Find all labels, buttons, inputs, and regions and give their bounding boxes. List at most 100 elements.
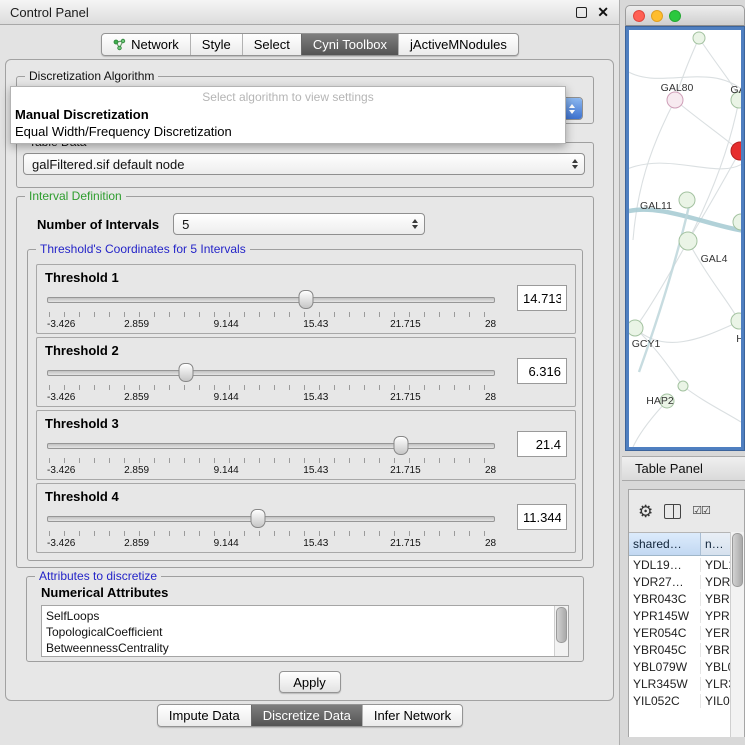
combo-value: galFiltered.sif default node xyxy=(24,157,184,172)
tab-jactivemnodules[interactable]: jActiveMNodules xyxy=(398,34,518,55)
node-label[interactable]: H xyxy=(736,333,741,345)
num-intervals-combo[interactable]: 5 xyxy=(173,213,425,235)
cell-shared-name: YBR045C xyxy=(629,643,701,657)
scale-label: -3.426 xyxy=(47,392,75,403)
slider-ticks xyxy=(49,312,493,317)
node-label[interactable]: GAL80 xyxy=(661,82,694,94)
dropdown-option-equal-width-frequency[interactable]: Equal Width/Frequency Discretization xyxy=(11,123,565,140)
network-node[interactable] xyxy=(679,192,695,208)
tab-label: Impute Data xyxy=(169,708,240,723)
network-window-titlebar[interactable] xyxy=(625,5,745,26)
list-item[interactable]: TopologicalCoefficient xyxy=(46,624,552,640)
zoom-traffic-light-icon[interactable] xyxy=(669,10,681,22)
threshold-3-slider[interactable]: -3.4262.8599.14415.4321.71528 xyxy=(47,435,495,477)
table-row[interactable]: YDL19… YDL1 xyxy=(629,556,744,573)
scale-label: 2.859 xyxy=(124,392,149,403)
table-scrollbar[interactable] xyxy=(730,532,744,737)
numerical-attributes-list[interactable]: SelfLoopsTopologicalCoefficientBetweenne… xyxy=(41,605,569,657)
column-header-shared-name[interactable]: shared… xyxy=(629,533,701,555)
network-node[interactable] xyxy=(678,381,688,391)
slider-scale: -3.4262.8599.14415.4321.71528 xyxy=(47,465,495,477)
dropdown-option-manual-discretization[interactable]: Manual Discretization xyxy=(11,106,565,123)
threshold-1-slider[interactable]: -3.4262.8599.14415.4321.71528 xyxy=(47,289,495,331)
network-node[interactable] xyxy=(667,92,683,108)
tab-label: jActiveMNodules xyxy=(410,37,507,52)
node-label[interactable]: GAL4 xyxy=(701,253,728,265)
scrollbar-thumb[interactable] xyxy=(732,533,743,587)
tab-infer-network[interactable]: Infer Network xyxy=(362,705,462,726)
control-panel-titlebar[interactable]: Control Panel ✕ xyxy=(0,0,619,25)
scale-label: 2.859 xyxy=(124,538,149,549)
threshold-1-value[interactable] xyxy=(517,285,567,311)
tab-discretize-data[interactable]: Discretize Data xyxy=(251,705,362,726)
threshold-label: Threshold 2 xyxy=(45,343,119,358)
columns-icon[interactable] xyxy=(664,504,681,519)
minimize-traffic-light-icon[interactable] xyxy=(651,10,663,22)
threshold-4-slider[interactable]: -3.4262.8599.14415.4321.71528 xyxy=(47,508,495,550)
network-node[interactable] xyxy=(693,32,705,44)
slider-ticks xyxy=(49,531,493,536)
tab-label: Network xyxy=(131,37,179,52)
list-item[interactable]: BetweennessCentrality xyxy=(46,640,552,656)
node-label[interactable]: GCY1 xyxy=(632,338,661,350)
close-traffic-light-icon[interactable] xyxy=(633,10,645,22)
slider-thumb[interactable] xyxy=(178,363,193,382)
network-node[interactable] xyxy=(629,320,643,336)
slider-thumb[interactable] xyxy=(250,509,265,528)
slider-track[interactable] xyxy=(47,370,495,376)
node-label[interactable]: GAL11 xyxy=(640,200,672,212)
tab-network[interactable]: Network xyxy=(102,34,190,55)
cell-shared-name: YDL19… xyxy=(629,558,701,572)
table-row[interactable]: YPR145W YPR1 xyxy=(629,607,744,624)
threshold-2-slider[interactable]: -3.4262.8599.14415.4321.71528 xyxy=(47,362,495,404)
tab-impute-data[interactable]: Impute Data xyxy=(158,705,251,726)
tab-label: Infer Network xyxy=(374,708,451,723)
tab-style[interactable]: Style xyxy=(190,34,242,55)
threshold-3-value[interactable] xyxy=(517,431,567,457)
slider-track[interactable] xyxy=(47,297,495,303)
network-node[interactable] xyxy=(731,313,741,329)
table-data-combo[interactable]: galFiltered.sif default node xyxy=(23,153,585,175)
table-row[interactable]: YDR27… YDR2 xyxy=(629,573,744,590)
scale-label: 15.43 xyxy=(303,538,328,549)
node-label[interactable]: GA xyxy=(730,84,741,96)
table-row[interactable]: YLR345W YLR3 xyxy=(629,675,744,692)
columns-glyph xyxy=(664,504,681,519)
table-row[interactable]: YBR045C YBR0 xyxy=(629,641,744,658)
node-table: shared… n… YDL19… YDL1 YDR27… YDR2 xyxy=(629,532,744,737)
select-columns-icon[interactable]: ☑☑ xyxy=(692,506,710,517)
list-scrollbar[interactable] xyxy=(554,606,568,656)
table-row[interactable]: YER054C YER0 xyxy=(629,624,744,641)
network-node[interactable] xyxy=(679,232,697,250)
tab-select[interactable]: Select xyxy=(242,34,301,55)
threshold-4-value[interactable] xyxy=(517,504,567,530)
scrollbar-thumb[interactable] xyxy=(556,607,567,643)
slider-thumb[interactable] xyxy=(393,436,408,455)
attributes-group: Attributes to discretize Numerical Attri… xyxy=(26,576,584,662)
algorithm-dropdown-list: Select algorithm to view settings Manual… xyxy=(10,86,566,144)
table-panel-bar[interactable]: Table Panel xyxy=(622,456,745,481)
minimize-icon[interactable] xyxy=(576,7,587,18)
table-body[interactable]: YDL19… YDL1 YDR27… YDR2 YBR043C YBR0 xyxy=(629,556,744,737)
node-label[interactable]: HAP2 xyxy=(646,395,673,407)
list-item[interactable]: SelfLoops xyxy=(46,608,552,624)
cell-shared-name: YLR345W xyxy=(629,677,701,691)
gear-icon[interactable]: ⚙ xyxy=(638,503,653,520)
network-canvas[interactable]: GAL80 GA GAL11 GAL4 GCY1 H HAP2 xyxy=(629,30,741,447)
threshold-label: Threshold 1 xyxy=(45,270,119,285)
slider-track[interactable] xyxy=(47,516,495,522)
apply-button[interactable]: Apply xyxy=(279,671,341,693)
table-row[interactable]: YBR043C YBR0 xyxy=(629,590,744,607)
cell-shared-name: YDR27… xyxy=(629,575,701,589)
scale-label: 21.715 xyxy=(390,319,421,330)
cell-shared-name: YBR043C xyxy=(629,592,701,606)
table-row[interactable]: YBL079W YBL0 xyxy=(629,658,744,675)
close-icon[interactable]: ✕ xyxy=(597,5,609,19)
threshold-2-value[interactable] xyxy=(517,358,567,384)
slider-track[interactable] xyxy=(47,443,495,449)
slider-thumb[interactable] xyxy=(298,290,313,309)
threshold-label: Threshold 3 xyxy=(45,416,119,431)
tab-cyni-toolbox[interactable]: Cyni Toolbox xyxy=(301,34,398,55)
table-row[interactable]: YIL052C YIL0 xyxy=(629,692,744,709)
scale-label: 2.859 xyxy=(124,465,149,476)
